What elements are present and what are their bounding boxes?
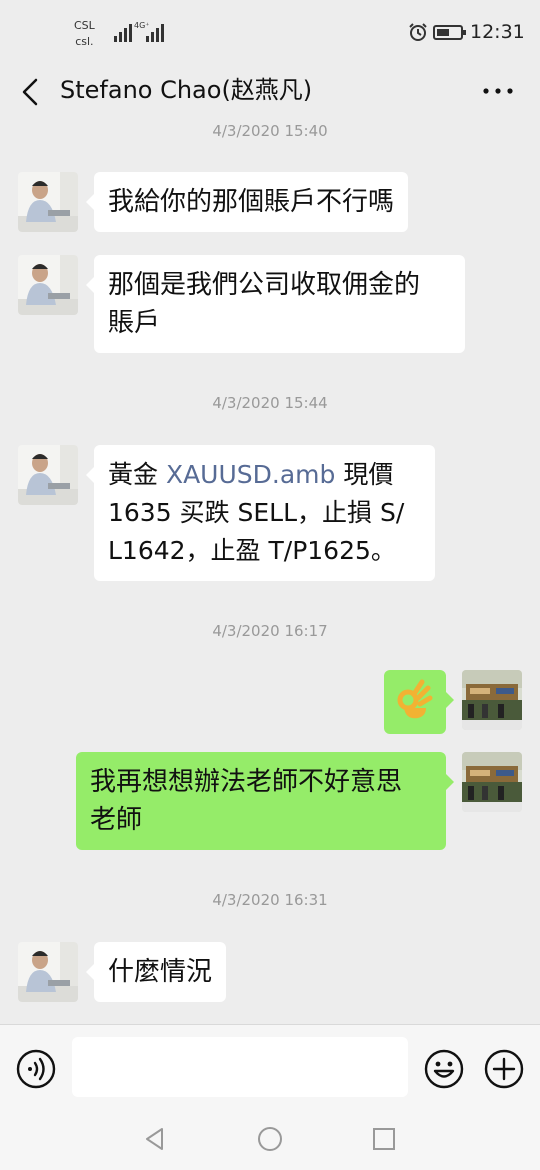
- input-bar: [0, 1024, 540, 1110]
- message-text: 老師: [90, 805, 143, 835]
- message-text-part: 黃金: [108, 460, 166, 489]
- contact-avatar[interactable]: [18, 445, 78, 505]
- plus-icon[interactable]: [484, 1049, 524, 1089]
- clock: 12:31: [470, 21, 525, 43]
- message-text-part: 現價: [335, 460, 394, 489]
- signal-icon: [114, 24, 132, 42]
- contact-avatar[interactable]: [18, 255, 78, 315]
- message-text: 黃金 XAUUSD.amb 現價: [108, 456, 421, 494]
- carrier-line1: CSL: [74, 19, 95, 32]
- voice-icon[interactable]: [16, 1049, 56, 1089]
- my-avatar[interactable]: [462, 670, 522, 730]
- contact-avatar[interactable]: [18, 942, 78, 1002]
- timestamp: 4/3/2020 16:17: [212, 622, 328, 640]
- ok-hand-emoji-icon: [397, 679, 433, 719]
- back-arrow-icon[interactable]: [16, 74, 46, 110]
- message-text: 什麼情況: [108, 957, 213, 987]
- message-text: 我再想想辦法老師不好意思: [90, 767, 403, 797]
- timestamp: 4/3/2020 16:31: [212, 891, 328, 909]
- battery-icon: [433, 25, 466, 40]
- chat-header: Stefano Chao(赵燕凡): [0, 62, 540, 122]
- system-navigation-bar: [0, 1110, 540, 1170]
- carrier-line2: csl.: [75, 35, 94, 48]
- message-bubble-incoming[interactable]: 什麼情況: [85, 942, 227, 1002]
- carrier-label: CSL csl.: [74, 18, 95, 50]
- nav-recent-apps-icon[interactable]: [372, 1127, 396, 1151]
- status-bar: CSL csl. 4G⁺ 12:31: [0, 0, 540, 62]
- nav-home-icon[interactable]: [257, 1126, 283, 1152]
- message-text: 那個是我們公司收取佣金的: [108, 270, 421, 300]
- my-avatar[interactable]: [462, 752, 522, 812]
- nav-back-icon[interactable]: [142, 1126, 168, 1152]
- symbol-link[interactable]: XAUUSD.amb: [166, 460, 335, 489]
- signal-icon-2: [146, 24, 164, 42]
- message-bubble-incoming[interactable]: 我給你的那個賬戶不行嗎: [85, 172, 409, 232]
- timestamp: 4/3/2020 15:44: [212, 394, 328, 412]
- message-input[interactable]: [72, 1037, 408, 1097]
- message-bubble-incoming[interactable]: 那個是我們公司收取佣金的 賬戶: [86, 255, 465, 353]
- message-text: 賬戶: [108, 308, 161, 338]
- chat-title: Stefano Chao(赵燕凡): [60, 76, 313, 104]
- message-text: L1642，止盈 T/P1625。: [108, 536, 396, 565]
- message-bubble-outgoing[interactable]: [384, 670, 454, 734]
- message-bubble-outgoing[interactable]: 我再想想辦法老師不好意思 老師: [76, 752, 454, 850]
- alarm-icon: [409, 23, 427, 41]
- message-text: 1635 买跌 SELL，止損 S/: [108, 498, 405, 527]
- emoji-icon[interactable]: [424, 1049, 464, 1089]
- contact-avatar[interactable]: [18, 172, 78, 232]
- timestamp: 4/3/2020 15:40: [212, 122, 328, 140]
- message-text: 我給你的那個賬戶不行嗎: [108, 187, 395, 217]
- more-options-icon[interactable]: [480, 76, 516, 106]
- message-bubble-incoming[interactable]: 黃金 XAUUSD.amb 現價 1635 买跌 SELL，止損 S/ L164…: [86, 445, 435, 581]
